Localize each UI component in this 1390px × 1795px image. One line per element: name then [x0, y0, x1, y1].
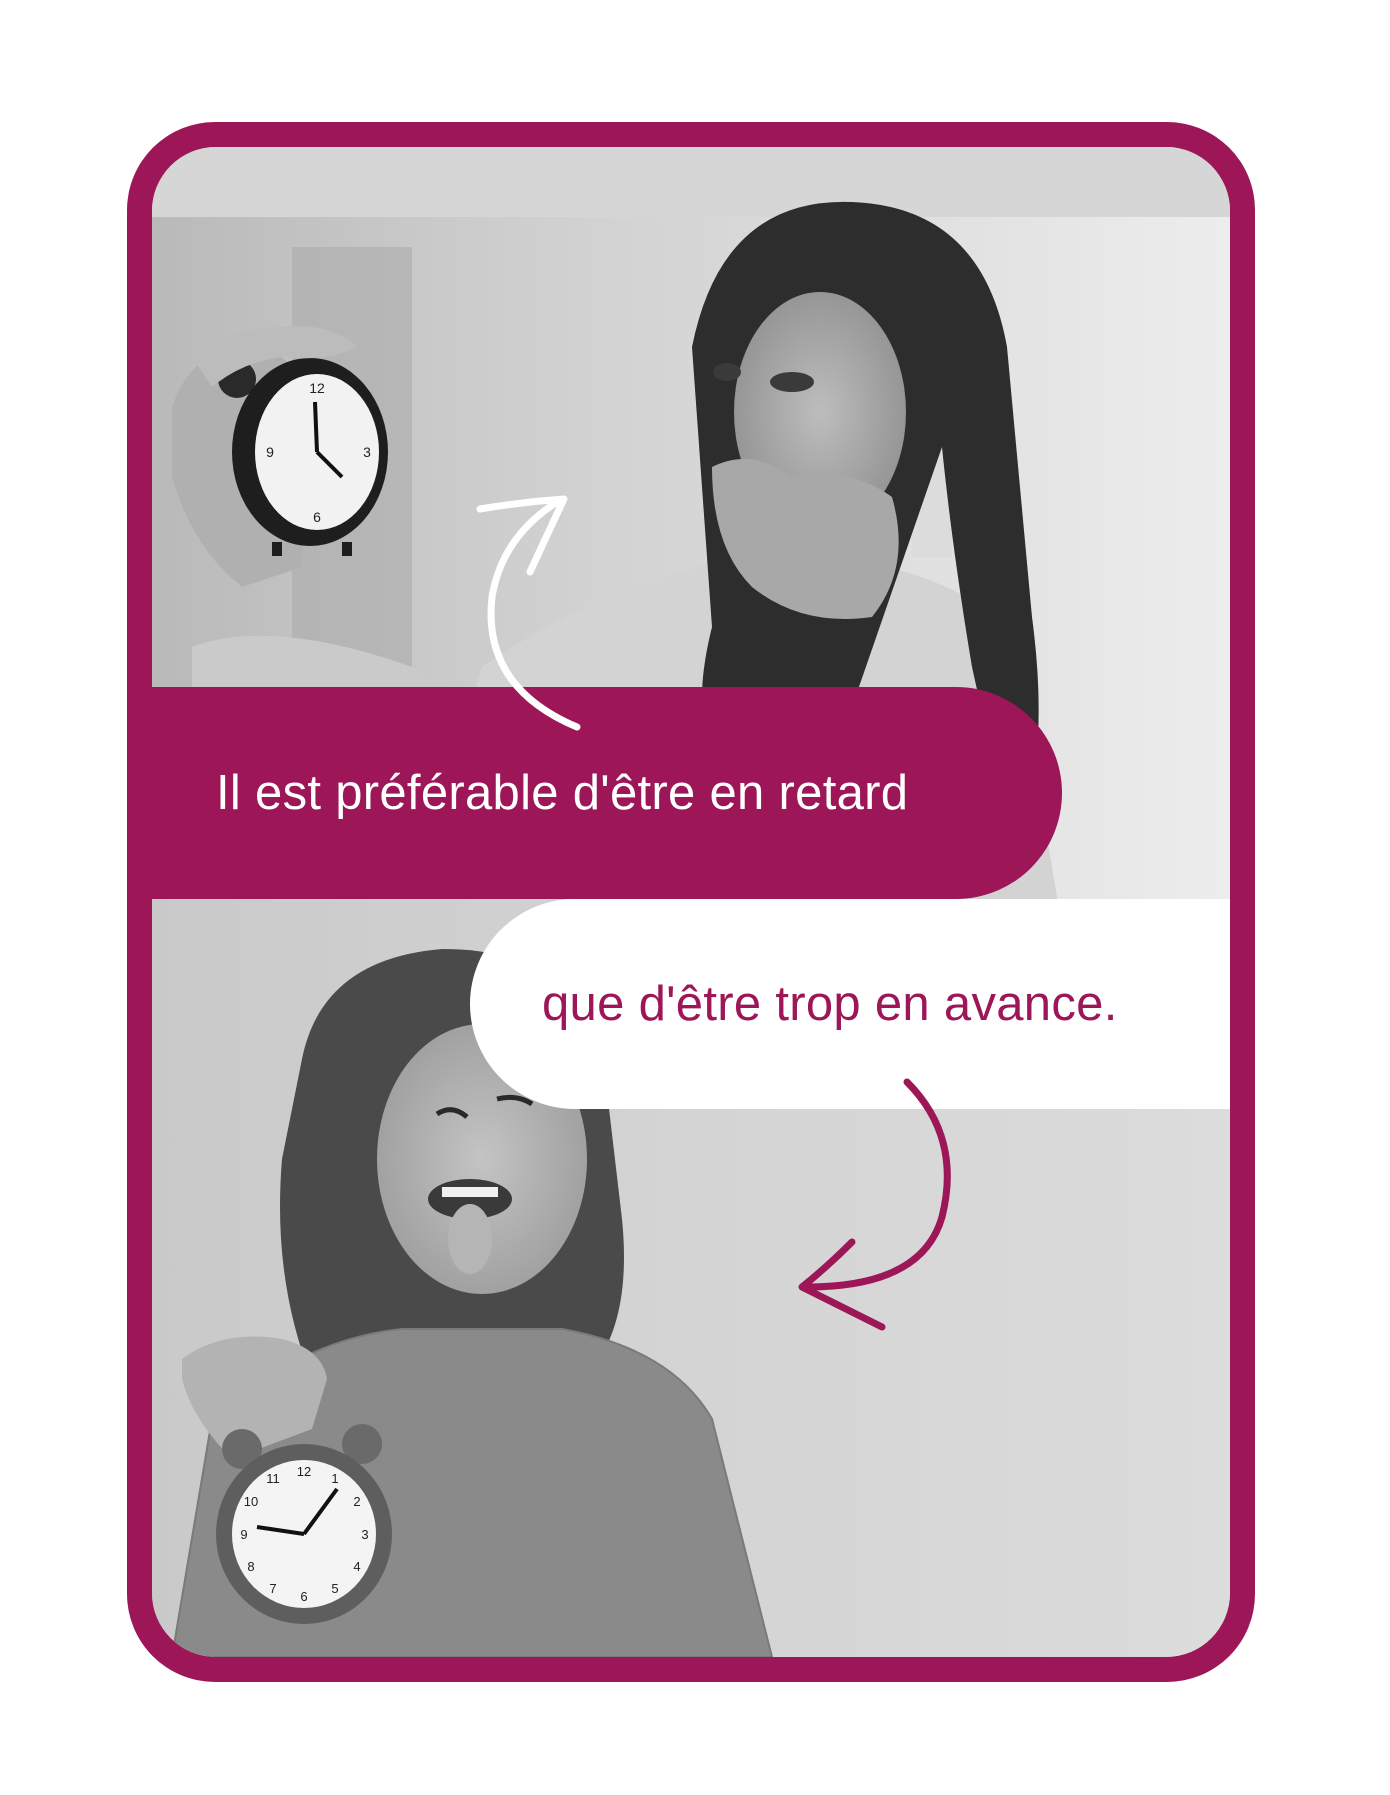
- clock-bottom-numeral-10: 10: [244, 1494, 258, 1509]
- top-caption-band: Il est préférable d'être en retard: [152, 687, 1062, 899]
- clock-bottom-numeral-8: 8: [247, 1559, 254, 1574]
- bottom-caption-band: que d'être trop en avance.: [470, 899, 1230, 1109]
- card-inner: 12 3 6 9 12 1 2 3 4 5 6 7 8 9 10 11 Il e…: [152, 147, 1230, 1657]
- clock-bottom-numeral-4: 4: [353, 1559, 360, 1574]
- clock-bottom-numeral-2: 2: [353, 1494, 360, 1509]
- clock-bottom-numeral-6: 6: [300, 1589, 307, 1604]
- bottom-caption: que d'être trop en avance.: [542, 977, 1118, 1031]
- alarm-clock-bottom: 12 1 2 3 4 5 6 7 8 9 10 11: [216, 1424, 392, 1624]
- clock-bottom-numeral-7: 7: [269, 1581, 276, 1596]
- card-frame: 12 3 6 9 12 1 2 3 4 5 6 7 8 9 10 11 Il e…: [127, 122, 1255, 1682]
- clock-top-numeral-12: 12: [309, 380, 325, 396]
- clock-bottom-numeral-9: 9: [240, 1527, 247, 1542]
- clock-bottom-numeral-3: 3: [361, 1527, 368, 1542]
- top-caption: Il est préférable d'être en retard: [216, 766, 909, 820]
- clock-top-numeral-6: 6: [313, 509, 321, 525]
- clock-bottom-numeral-12: 12: [297, 1464, 311, 1479]
- clock-bottom-numeral-5: 5: [331, 1581, 338, 1596]
- clock-top-numeral-9: 9: [266, 444, 274, 460]
- clock-top-numeral-3: 3: [363, 444, 371, 460]
- clock-bottom-numeral-11: 11: [266, 1471, 280, 1486]
- clock-bottom-numeral-1: 1: [331, 1471, 338, 1486]
